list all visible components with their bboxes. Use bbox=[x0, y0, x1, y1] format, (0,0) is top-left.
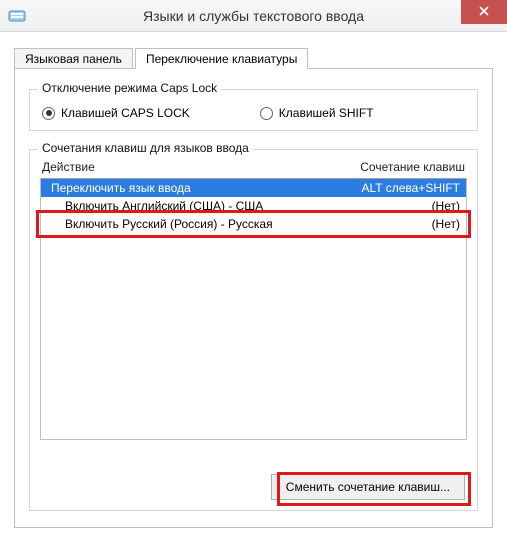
cell-key: (Нет) bbox=[330, 199, 460, 213]
radio-label: Клавишей CAPS LOCK bbox=[61, 106, 190, 120]
cell-key: (Нет) bbox=[330, 217, 460, 231]
list-row[interactable]: Включить Английский (США) - США (Нет) bbox=[41, 197, 466, 215]
radio-shift[interactable]: Клавишей SHIFT bbox=[260, 106, 374, 120]
tab-language-bar[interactable]: Языковая панель bbox=[14, 48, 133, 69]
group-legend: Сочетания клавиш для языков ввода bbox=[38, 141, 253, 155]
titlebar: Языки и службы текстового ввода bbox=[0, 0, 507, 32]
tabstrip: Языковая панель Переключение клавиатуры bbox=[14, 45, 493, 69]
tab-keyboard-switching[interactable]: Переключение клавиатуры bbox=[135, 48, 308, 69]
capslock-group: Отключение режима Caps Lock Клавишей CAP… bbox=[29, 89, 478, 131]
cell-action: Переключить язык ввода bbox=[51, 181, 330, 195]
group-legend: Отключение режима Caps Lock bbox=[38, 81, 221, 95]
column-header-key: Сочетание клавиш bbox=[325, 160, 465, 174]
tab-label: Языковая панель bbox=[25, 52, 122, 66]
cell-action: Включить Русский (Россия) - Русская bbox=[51, 217, 330, 231]
radio-row: Клавишей CAPS LOCK Клавишей SHIFT bbox=[42, 106, 465, 120]
list-row[interactable]: Переключить язык ввода ALT слева+SHIFT bbox=[41, 179, 466, 197]
dialog-content: Языковая панель Переключение клавиатуры … bbox=[0, 32, 507, 542]
column-header-action: Действие bbox=[42, 160, 325, 174]
close-icon bbox=[479, 5, 489, 19]
radio-label: Клавишей SHIFT bbox=[279, 106, 374, 120]
list-row[interactable]: Включить Русский (Россия) - Русская (Нет… bbox=[41, 215, 466, 233]
radio-dot-icon bbox=[260, 107, 273, 120]
app-icon bbox=[8, 7, 26, 25]
list-header: Действие Сочетание клавиш bbox=[40, 160, 467, 178]
change-hotkey-button[interactable]: Сменить сочетание клавиш... bbox=[271, 474, 465, 500]
tab-label: Переключение клавиатуры bbox=[146, 52, 297, 66]
radio-capslock[interactable]: Клавишей CAPS LOCK bbox=[42, 106, 190, 120]
window-title: Языки и службы текстового ввода bbox=[0, 8, 507, 24]
cell-key: ALT слева+SHIFT bbox=[330, 181, 460, 195]
hotkeys-listbox[interactable]: Переключить язык ввода ALT слева+SHIFT В… bbox=[40, 178, 467, 440]
hotkeys-group: Сочетания клавиш для языков ввода Действ… bbox=[29, 149, 478, 511]
close-button[interactable] bbox=[461, 0, 507, 24]
tabpage: Отключение режима Caps Lock Клавишей CAP… bbox=[14, 68, 493, 528]
cell-action: Включить Английский (США) - США bbox=[51, 199, 330, 213]
radio-dot-icon bbox=[42, 107, 55, 120]
